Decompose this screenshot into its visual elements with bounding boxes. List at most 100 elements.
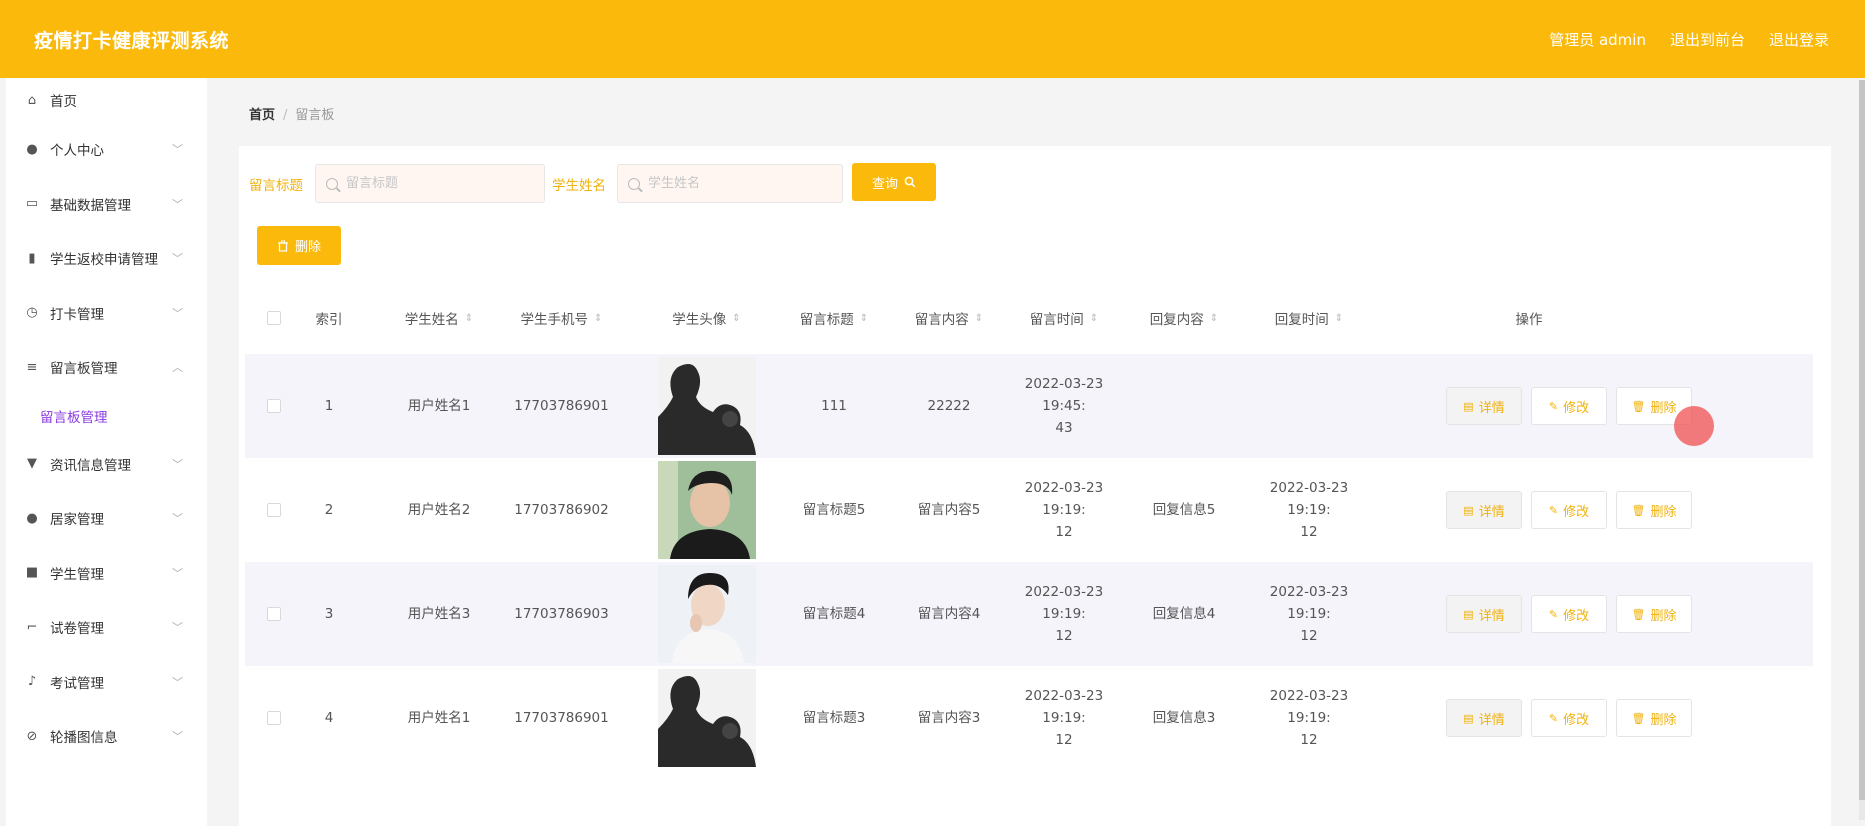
column-header[interactable]: 学生手机号 ⇕ [504, 290, 619, 346]
page-scrollbar[interactable] [1859, 80, 1865, 820]
reply-time-cell: 2022-03-23 19:19: 12 [1249, 666, 1369, 770]
logout-link[interactable]: 退出登录 [1769, 29, 1829, 50]
detail-button[interactable]: ▤ 详情 [1446, 387, 1522, 425]
column-header-label: 学生姓名 [404, 312, 459, 328]
detail-button[interactable]: ▤ 详情 [1446, 491, 1522, 529]
row-checkbox[interactable] [267, 607, 281, 621]
sidebar-item-9[interactable]: ⌐ 试卷管理 ﹀ [6, 600, 207, 655]
chevron-down-icon: ﹀ [172, 143, 183, 157]
column-header-label: 留言标题 [799, 312, 854, 328]
bulk-delete-button[interactable]: 删除 [257, 226, 341, 265]
scrollbar-thumb[interactable] [1859, 80, 1865, 800]
cell-text: 4 [324, 710, 334, 726]
column-header[interactable]: 留言标题 ⇕ [779, 290, 889, 346]
phone-cell: 17703786901 [504, 666, 619, 770]
sidebar-item-label: 轮播图信息 [50, 730, 118, 747]
sidebar-item-3[interactable]: ▮ 学生返校申请管理 ﹀ [6, 231, 207, 286]
select-all-checkbox[interactable] [267, 311, 281, 325]
cell-text: 用户姓名1 [407, 710, 471, 726]
chevron-down-icon: ﹀ [172, 675, 183, 689]
delete-button[interactable]: 🗑 删除 [1616, 699, 1692, 737]
name-cell: 用户姓名1 [389, 354, 489, 458]
row-checkbox[interactable] [267, 399, 281, 413]
avatar-image [657, 565, 756, 663]
row-checkbox[interactable] [267, 711, 281, 725]
column-header[interactable]: 留言内容 ⇕ [894, 290, 1004, 346]
sidebar-item-5[interactable]: ≡ 留言板管理 ︿ [6, 340, 207, 395]
cell-text: 12 [1055, 732, 1073, 748]
sidebar-item-8[interactable]: ■ 学生管理 ﹀ [6, 546, 207, 601]
cell-text: 12 [1300, 732, 1318, 748]
edit-button[interactable]: ✎ 修改 [1531, 387, 1607, 425]
title-search-label: 留言标题 [249, 178, 303, 194]
edit-button[interactable]: ✎ 修改 [1531, 699, 1607, 737]
submenu-message-board[interactable]: 留言板管理 [6, 395, 207, 437]
detail-button[interactable]: ▤ 详情 [1446, 595, 1522, 633]
sort-icon: ⇕ [1334, 312, 1344, 324]
delete-button[interactable]: 🗑 删除 [1616, 595, 1692, 633]
trash-icon: 🗑 [1631, 711, 1646, 725]
sidebar-item-7[interactable]: ● 居家管理 ﹀ [6, 491, 207, 546]
bar-chart-icon: ▮ [28, 250, 36, 266]
column-header[interactable]: 回复时间 ⇕ [1249, 290, 1369, 346]
cell-text: 2022-03-23 19:19: [1024, 688, 1104, 726]
query-button[interactable]: 查询 [852, 163, 936, 201]
sidebar-item-1[interactable]: ● 个人中心 ﹀ [6, 122, 207, 177]
document-icon: ▤ [1463, 399, 1474, 413]
cell-text: 43 [1055, 420, 1073, 436]
name-search-input[interactable] [648, 176, 788, 191]
name-cell: 用户姓名2 [389, 458, 489, 562]
document-icon: ▤ [1463, 607, 1474, 621]
sidebar-item-2[interactable]: ▭ 基础数据管理 ﹀ [6, 177, 207, 232]
name-cell: 用户姓名1 [389, 666, 489, 770]
name-search-field[interactable] [617, 164, 843, 203]
main-content: 首页/留言板 留言标题 学生姓名 查询 删除 索引学生姓名⇕学生手机号⇕学生头像… [215, 78, 1865, 826]
sidebar-item-label: 个人中心 [50, 143, 104, 160]
cell-text: 留言内容5 [917, 502, 981, 518]
crop-icon: ⌐ [26, 619, 38, 635]
column-header-label: 回复内容 [1149, 312, 1204, 328]
delete-button[interactable]: 🗑 删除 [1616, 491, 1692, 529]
column-header-label: 学生手机号 [520, 312, 589, 328]
gamepad-icon: ■ [25, 565, 39, 581]
edit-button[interactable]: ✎ 修改 [1531, 491, 1607, 529]
reply-time-cell [1249, 354, 1369, 458]
column-header[interactable]: 学生姓名 ⇕ [389, 290, 489, 346]
cell-text: 2022-03-23 19:19: [1024, 584, 1104, 622]
cell-text: 12 [1055, 628, 1073, 644]
action-label: 修改 [1563, 504, 1590, 520]
cell-text: 留言标题3 [802, 710, 866, 726]
avatar-cell [639, 562, 774, 666]
action-label: 删除 [1650, 712, 1677, 728]
sidebar-item-0[interactable]: ⌂ 首页 [6, 78, 207, 122]
sidebar-item-10[interactable]: ♪ 考试管理 ﹀ [6, 655, 207, 710]
checkbox-cell [267, 354, 281, 458]
cell-text: 2022-03-23 19:19: [1024, 480, 1104, 518]
sidebar-item-label: 基础数据管理 [50, 197, 131, 214]
sidebar-item-label: 打卡管理 [50, 306, 104, 323]
title-search-field[interactable] [315, 164, 545, 203]
column-header-label: 回复时间 [1274, 312, 1329, 328]
breadcrumb-home[interactable]: 首页 [249, 108, 275, 123]
row-checkbox[interactable] [267, 503, 281, 517]
column-header[interactable]: 回复内容 ⇕ [1129, 290, 1239, 346]
search-icon [628, 177, 640, 190]
action-label: 删除 [1650, 504, 1677, 520]
title-search-input[interactable] [346, 176, 486, 191]
column-header: 操作 [1439, 290, 1619, 346]
id-card-icon: ▭ [25, 196, 39, 212]
cell-text: 回复信息4 [1152, 606, 1216, 622]
cell-text: 2022-03-23 19:19: [1269, 584, 1349, 622]
sort-icon: ⇕ [974, 312, 984, 324]
breadcrumb-current: 留言板 [295, 108, 335, 123]
column-header[interactable]: 学生头像 ⇕ [639, 290, 774, 346]
column-header[interactable]: 留言时间 ⇕ [1009, 290, 1119, 346]
edit-button[interactable]: ✎ 修改 [1531, 595, 1607, 633]
sidebar-item-6[interactable]: ▼ 资讯信息管理 ﹀ [6, 437, 207, 492]
column-header-label: 学生头像 [672, 312, 727, 328]
front-link[interactable]: 退出到前台 [1670, 29, 1745, 50]
sidebar-item-11[interactable]: ⊘ 轮播图信息 ﹀ [6, 709, 207, 764]
reply-cell [1129, 354, 1239, 458]
detail-button[interactable]: ▤ 详情 [1446, 699, 1522, 737]
sidebar-item-4[interactable]: ◷ 打卡管理 ﹀ [6, 286, 207, 341]
